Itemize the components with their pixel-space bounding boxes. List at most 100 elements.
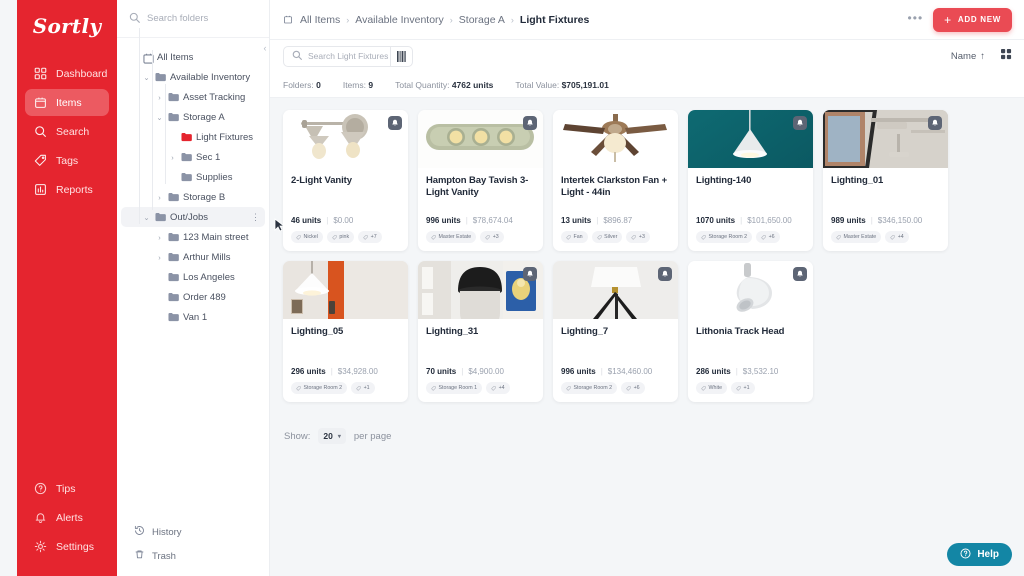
item-tag[interactable]: +4 — [885, 231, 909, 243]
item-card[interactable]: Lighting_31 70 units | $4,900.00 Storage Roo… — [418, 261, 543, 402]
alert-bell-icon[interactable] — [523, 267, 537, 281]
item-meta: 286 units | $3,532.10 — [688, 367, 813, 376]
item-tag[interactable]: +6 — [756, 231, 780, 243]
sort-control[interactable]: Name ↑ — [951, 51, 985, 62]
breadcrumb-item[interactable]: Storage A — [459, 14, 505, 26]
tag-label: +4 — [498, 385, 505, 391]
chevron-down-icon: ▾ — [337, 433, 341, 440]
folder-tree-item[interactable]: ⌄ Out/Jobs ⋮ — [121, 207, 265, 227]
sidebar-item-alerts[interactable]: Alerts — [25, 504, 109, 531]
item-tag[interactable]: Storage Room 2 — [696, 231, 753, 243]
item-card[interactable]: Intertek Clarkston Fan + Light - 44in 13 … — [553, 110, 678, 251]
item-tag[interactable]: +4 — [486, 382, 510, 394]
item-tag[interactable]: Storage Room 2 — [291, 382, 348, 394]
chevron-down-icon[interactable]: ⌄ — [155, 113, 164, 122]
tag-icon — [736, 385, 741, 391]
folder-tree-item[interactable]: ⌄ Storage A — [121, 107, 265, 127]
app-logo[interactable]: Sortly — [17, 14, 117, 38]
item-card[interactable]: Lithonia Track Head 286 units | $3,532.10 Wh… — [688, 261, 813, 402]
folder-tree-item[interactable]: Light Fixtures — [121, 127, 265, 147]
folder-tree-item[interactable]: Los Angeles — [121, 267, 265, 287]
item-tag[interactable]: Fan — [561, 231, 588, 243]
item-units: 46 units — [291, 216, 322, 225]
folder-tree-item[interactable]: › Sec 1 — [121, 147, 265, 167]
item-tags: Storage Room 1 +4 — [418, 376, 543, 402]
folder-footer-history[interactable]: History — [117, 520, 270, 544]
folder-tree-item[interactable]: Supplies — [121, 167, 265, 187]
item-tag[interactable]: +1 — [351, 382, 375, 394]
item-tag[interactable]: pink — [326, 231, 355, 243]
alert-bell-icon[interactable] — [928, 116, 942, 130]
folder-footer-trash[interactable]: Trash — [117, 544, 270, 568]
item-tag[interactable]: White — [696, 382, 728, 394]
folder-label: Van 1 — [183, 311, 208, 323]
item-card[interactable]: Lighting-140 1070 units | $101,650.00 Storag… — [688, 110, 813, 251]
folder-tree-item[interactable]: › Asset Tracking — [121, 87, 265, 107]
chevron-right-icon[interactable]: › — [155, 253, 164, 262]
item-card[interactable]: Lighting_7 996 units | $134,460.00 Storage R… — [553, 261, 678, 402]
folder-tree-item[interactable]: › Storage B — [121, 187, 265, 207]
item-tag[interactable]: +3 — [626, 231, 650, 243]
chevron-right-icon[interactable]: › — [168, 153, 177, 162]
search-input[interactable]: Search Light Fixtures — [283, 45, 413, 67]
breadcrumb-item[interactable]: Available Inventory — [355, 14, 444, 26]
sidebar-item-settings[interactable]: Settings — [25, 533, 109, 560]
chevron-down-icon[interactable]: ⌄ — [142, 213, 151, 222]
chevron-down-icon[interactable]: ⌄ — [142, 73, 151, 82]
item-tag[interactable]: Storage Room 2 — [561, 382, 618, 394]
chevron-right-icon[interactable]: › — [155, 193, 164, 202]
folder-tree-item[interactable]: › 123 Main street — [121, 227, 265, 247]
item-tag[interactable]: +7 — [358, 231, 382, 243]
folder-options-button[interactable]: ⋮ — [251, 213, 260, 222]
folder-tree-item[interactable]: All Items — [121, 47, 265, 67]
item-meta: 996 units | $134,460.00 — [553, 367, 678, 376]
item-thumbnail — [418, 110, 543, 168]
alert-bell-icon[interactable] — [793, 116, 807, 130]
alert-bell-icon[interactable] — [793, 267, 807, 281]
item-card[interactable]: Lighting_01 989 units | $346,150.00 Master E… — [823, 110, 948, 251]
item-card[interactable]: 2-Light Vanity 46 units | $0.00 Nickel pink +7 — [283, 110, 408, 251]
item-tag[interactable]: +1 — [731, 382, 755, 394]
alert-bell-icon[interactable] — [523, 116, 537, 130]
sidebar-nav-bottom: Tips Alerts Settings — [17, 473, 117, 576]
folder-tree-item[interactable]: Order 489 — [121, 287, 265, 307]
grid-view-icon[interactable] — [1001, 47, 1012, 65]
sidebar-item-search[interactable]: Search — [25, 118, 109, 145]
chevron-right-icon[interactable]: › — [155, 93, 164, 102]
question-circle-icon — [960, 547, 971, 562]
item-tag[interactable]: Silver — [591, 231, 623, 243]
item-tag[interactable]: +6 — [621, 382, 645, 394]
item-card[interactable]: Hampton Bay Tavish 3-Light Vanity 996 uni… — [418, 110, 543, 251]
item-card[interactable]: Lighting_05 296 units | $34,928.00 Storage R… — [283, 261, 408, 402]
item-tag[interactable]: Nickel — [291, 231, 323, 243]
more-options-button[interactable]: ••• — [908, 12, 924, 25]
add-new-button[interactable]: + ADD NEW — [933, 7, 1012, 32]
tag-icon — [296, 234, 301, 240]
chevron-right-icon[interactable]: › — [155, 233, 164, 242]
sidebar-item-tags[interactable]: Tags — [25, 147, 109, 174]
item-name: Lighting-140 — [696, 175, 752, 186]
sidebar-item-reports[interactable]: Reports — [25, 176, 109, 203]
folder-label: Order 489 — [183, 291, 226, 303]
folder-tree-item[interactable]: › Arthur Mills — [121, 247, 265, 267]
sidebar-item-items[interactable]: Items — [25, 89, 109, 116]
sidebar-item-label: Tips — [56, 482, 76, 495]
alert-bell-icon[interactable] — [388, 116, 402, 130]
alert-bell-icon[interactable] — [658, 267, 672, 281]
help-button[interactable]: Help — [947, 543, 1012, 566]
folder-tree-item[interactable]: Van 1 — [121, 307, 265, 327]
breadcrumb-item[interactable]: All Items — [300, 14, 340, 26]
item-tag[interactable]: Master Estate — [426, 231, 477, 243]
per-page-select[interactable]: 20 ▾ — [318, 428, 346, 444]
stat-value: 0 — [316, 79, 321, 90]
item-tag[interactable]: +3 — [480, 231, 504, 243]
sidebar-item-tips[interactable]: Tips — [25, 475, 109, 502]
barcode-icon[interactable] — [390, 45, 412, 67]
sidebar-item-label: Settings — [56, 540, 94, 553]
tag-icon — [596, 234, 602, 240]
stat-label: Total Value: — [515, 79, 560, 90]
sidebar-item-dashboard[interactable]: Dashboard — [25, 60, 109, 87]
item-tag[interactable]: Master Estate — [831, 231, 882, 243]
item-tag[interactable]: Storage Room 1 — [426, 382, 483, 394]
folder-tree-item[interactable]: ⌄ Available Inventory — [121, 67, 265, 87]
